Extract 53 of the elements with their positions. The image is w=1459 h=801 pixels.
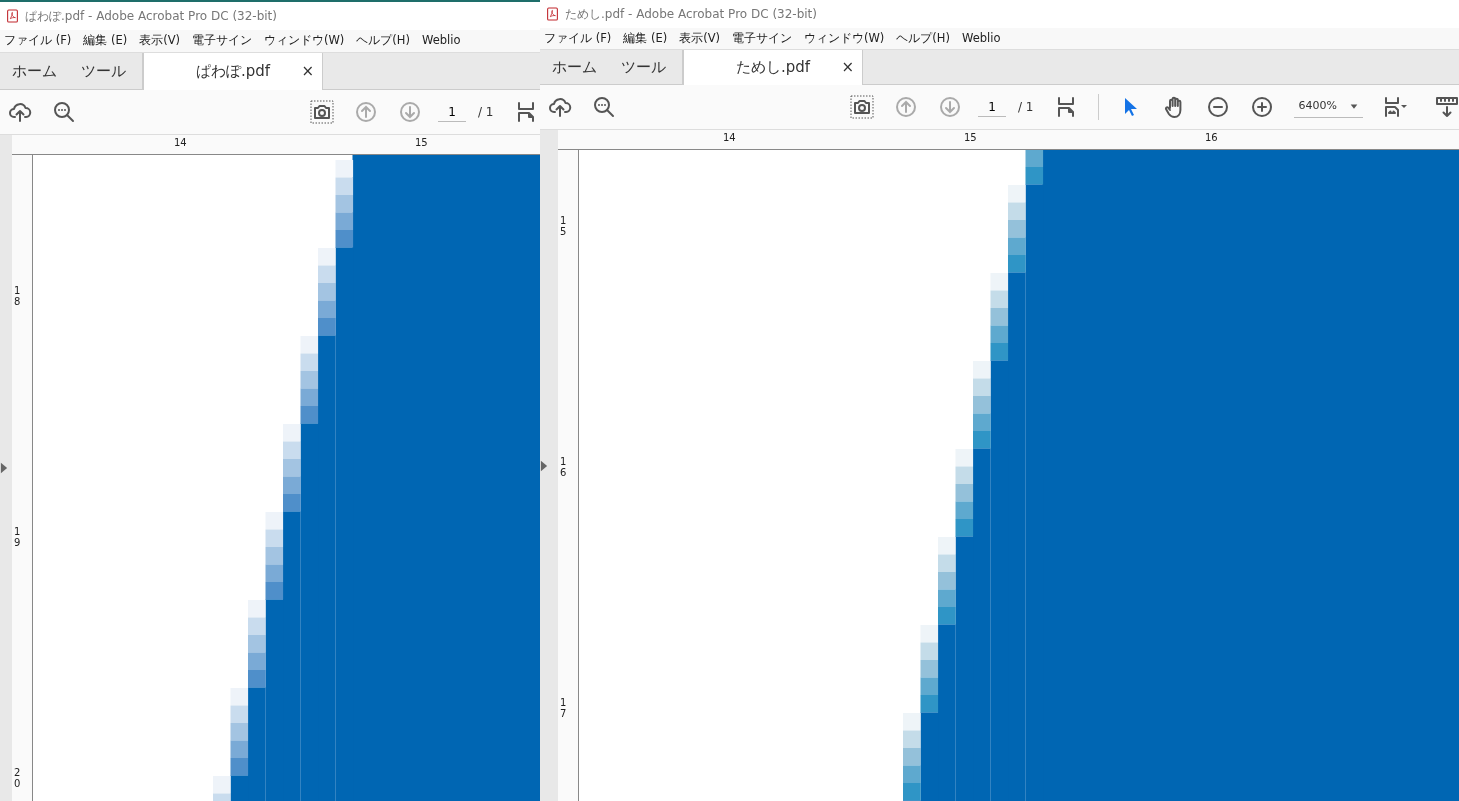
pdf-file-icon	[6, 9, 19, 23]
ruler-label: 15	[560, 215, 568, 237]
menu-item[interactable]: ウィンドウ(W)	[260, 32, 353, 50]
close-tab-button[interactable]: ×	[841, 56, 854, 79]
menu-item[interactable]: ファイル (F)	[540, 30, 620, 48]
zoom-out-icon[interactable]	[1206, 95, 1231, 119]
menu-item[interactable]: 電子サイン	[728, 30, 800, 48]
page-number-field[interactable]: 1	[978, 97, 1006, 117]
menu-item[interactable]: 表示(V)	[135, 32, 188, 50]
ruler-label: 16	[1205, 132, 1218, 143]
ruler-label: 14	[174, 137, 187, 148]
menu-item[interactable]: ウィンドウ(W)	[800, 30, 893, 48]
menu-item[interactable]: Weblio	[958, 30, 1009, 48]
menu-item[interactable]: 電子サイン	[188, 32, 260, 50]
ruler-label: 15	[964, 132, 977, 143]
zoom-in-icon[interactable]	[1250, 95, 1275, 119]
menu-item[interactable]: 表示(V)	[675, 30, 728, 48]
menu-item[interactable]: ファイル (F)	[0, 32, 80, 50]
window-title: ためし.pdf - Adobe Acrobat Pro DC (32-bit)	[565, 6, 817, 24]
search-icon[interactable]	[52, 100, 76, 124]
page-total: / 1	[478, 104, 494, 121]
nav-tab[interactable]: ホーム	[0, 53, 69, 89]
ruler-label: 19	[14, 526, 22, 548]
upload-icon[interactable]	[8, 100, 32, 124]
pdf-file-icon	[546, 7, 559, 22]
camera-icon[interactable]	[310, 100, 334, 124]
expand-panel-icon[interactable]	[0, 461, 8, 475]
document-tab[interactable]: ためし.pdf ×	[683, 50, 863, 85]
ruler-label: 15	[415, 137, 428, 148]
close-tab-button[interactable]: ×	[301, 60, 314, 83]
camera-icon[interactable]	[850, 95, 874, 119]
menu-item[interactable]: Weblio	[418, 32, 469, 50]
ruler-label: 16	[560, 456, 568, 478]
page-layout-icon[interactable]	[1383, 95, 1407, 119]
menu-item[interactable]: ヘルプ(H)	[352, 32, 418, 50]
nav-tab[interactable]: ツール	[69, 53, 138, 89]
ruler-label: 14	[723, 132, 736, 143]
ruler-label: 18	[14, 285, 22, 307]
ruler-label: 17	[560, 697, 568, 719]
nav-tab[interactable]: ツール	[609, 50, 678, 84]
upload-icon[interactable]	[548, 95, 572, 119]
page-total: / 1	[1018, 99, 1034, 116]
ruler-label: 20	[14, 767, 22, 789]
document-tab[interactable]: ぱわぽ.pdf ×	[143, 53, 323, 90]
page-number-field[interactable]: 1	[438, 102, 466, 122]
menu-item[interactable]: 編集 (E)	[79, 32, 136, 50]
nav-tab[interactable]: ホーム	[540, 50, 609, 84]
menu-item[interactable]: ヘルプ(H)	[892, 30, 958, 48]
window-title: ぱわぽ.pdf - Adobe Acrobat Pro DC (32-bit)	[25, 8, 277, 25]
measure-icon[interactable]	[1435, 95, 1459, 119]
zoom-dropdown[interactable]: 6400%	[1294, 96, 1363, 118]
search-icon[interactable]	[592, 95, 616, 119]
menu-item[interactable]: 編集 (E)	[619, 30, 676, 48]
